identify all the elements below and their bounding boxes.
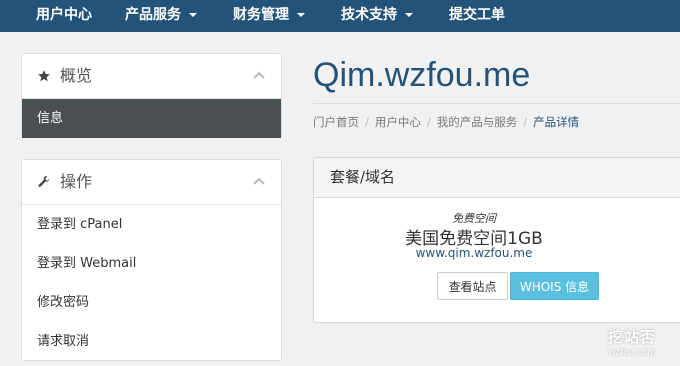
- breadcrumb-my-products-link[interactable]: 我的产品与服务: [437, 115, 518, 129]
- sidebar-item-information[interactable]: 信息: [22, 99, 281, 138]
- sidebar-item-label: 修改密码: [37, 295, 90, 310]
- breadcrumb-current: 产品详情: [533, 115, 580, 129]
- sidebar-item-label: 登录到 Webmail: [37, 256, 137, 271]
- sidebar-item-label: 登录到 cPanel: [37, 217, 123, 232]
- caret-down-icon: [297, 13, 305, 17]
- breadcrumb-separator: /: [365, 115, 369, 129]
- caret-down-icon: [405, 13, 413, 17]
- product-domain: www.qim.wzfou.me: [415, 246, 533, 260]
- sidebar-item-request-cancellation[interactable]: 请求取消: [22, 322, 281, 361]
- view-site-button[interactable]: 查看站点: [437, 272, 508, 300]
- star-icon: [38, 70, 50, 82]
- actions-panel: 操作 登录到 cPanel 登录到 Webmail 修改密码 请求取消: [21, 159, 282, 361]
- nav-user-center[interactable]: 用户中心: [36, 0, 92, 32]
- sidebar-item-label: 信息: [37, 111, 64, 126]
- chevron-up-icon[interactable]: [253, 177, 265, 185]
- breadcrumb-user-center-link[interactable]: 用户中心: [375, 115, 421, 129]
- overview-panel: 概览 信息: [21, 53, 282, 138]
- title-divider: [313, 103, 680, 104]
- overview-panel-header[interactable]: 概览: [22, 54, 281, 99]
- nav-billing[interactable]: 财务管理: [233, 0, 305, 32]
- sidebar-item-change-password[interactable]: 修改密码: [22, 283, 281, 322]
- watermark-text: 挖站否: [607, 329, 656, 346]
- watermark-logo: 挖站否 wzfou.com: [592, 326, 672, 360]
- breadcrumb-separator: /: [426, 115, 431, 129]
- wrench-icon: [38, 176, 50, 188]
- breadcrumb-separator: /: [523, 115, 528, 129]
- chevron-up-icon[interactable]: [253, 71, 265, 79]
- sidebar-item-login-webmail[interactable]: 登录到 Webmail: [22, 244, 281, 283]
- actions-panel-header[interactable]: 操作: [22, 160, 281, 205]
- nav-submit-ticket[interactable]: 提交工单: [449, 0, 505, 32]
- page-title: Qim.wzfou.me: [313, 56, 531, 94]
- overview-panel-title: 概览: [60, 66, 93, 85]
- breadcrumb-home-link[interactable]: 门户首页: [313, 115, 359, 129]
- breadcrumb: 门户首页 / 用户中心 / 我的产品与服务 / 产品详情: [313, 114, 579, 130]
- top-navigation-bar: 用户中心 产品服务 财务管理 技术支持 提交工单: [0, 0, 680, 32]
- product-panel: 套餐/域名 免费空间 美国免费空间1GB www.qim.wzfou.me 查看…: [313, 157, 680, 323]
- caret-down-icon: [189, 13, 197, 17]
- sidebar-item-login-cpanel[interactable]: 登录到 cPanel: [22, 205, 281, 244]
- watermark-domain: wzfou.com: [608, 347, 656, 358]
- whois-info-button[interactable]: WHOIS 信息: [510, 272, 599, 300]
- sidebar-item-label: 请求取消: [37, 334, 90, 349]
- nav-products-services[interactable]: 产品服务: [125, 0, 197, 32]
- actions-panel-title: 操作: [60, 172, 93, 191]
- product-panel-header: 套餐/域名: [314, 158, 680, 198]
- nav-support[interactable]: 技术支持: [341, 0, 413, 32]
